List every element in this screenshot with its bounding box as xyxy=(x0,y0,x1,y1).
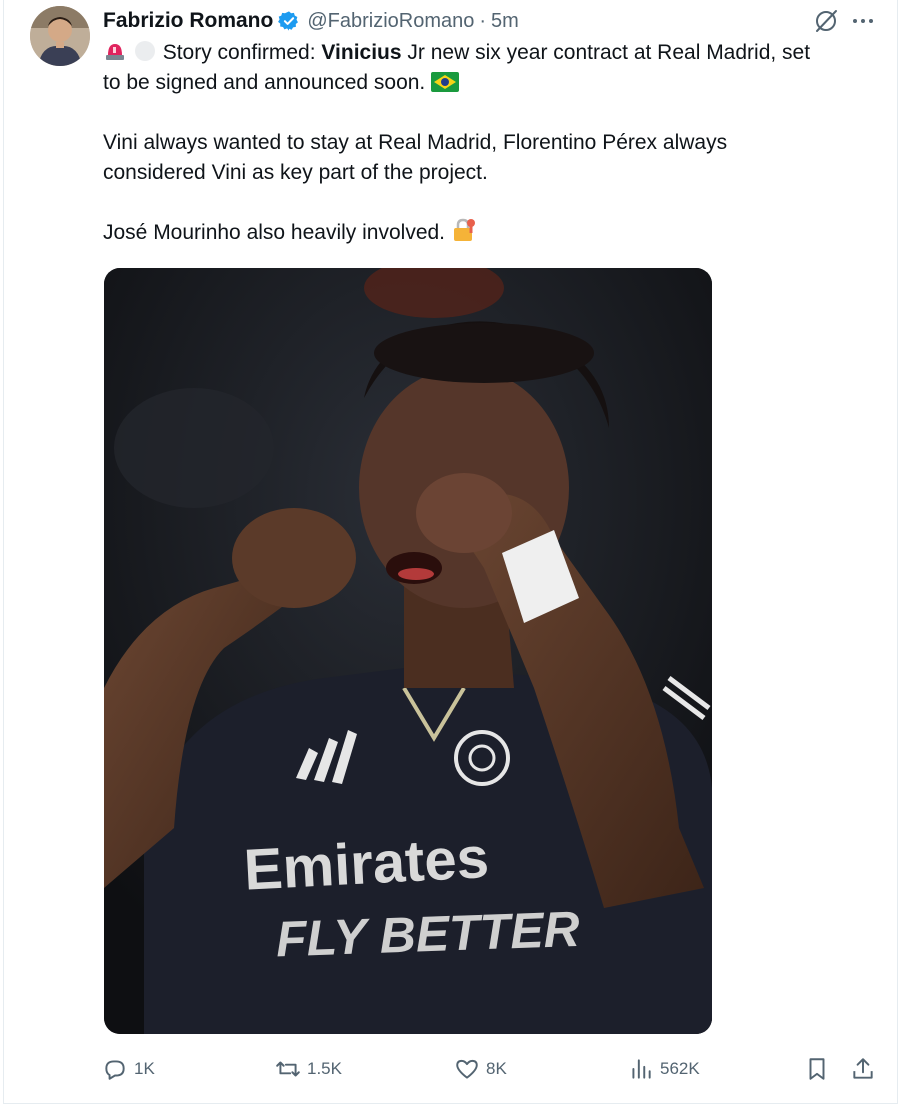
like-button[interactable]: 8K xyxy=(454,1052,507,1086)
jersey-slogan-text: FLY BETTER xyxy=(275,901,580,968)
repost-count: 1.5K xyxy=(307,1059,342,1078)
text-line-4: considered Vini as key part of the proje… xyxy=(103,161,488,184)
text-line-1: Story confirmed: Vinicius Jr new six yea… xyxy=(103,38,883,68)
white-circle-emoji-icon xyxy=(133,40,157,71)
tweet-text: Story confirmed: Vinicius Jr new six yea… xyxy=(103,38,883,248)
jersey-sponsor-text: Emirates xyxy=(242,825,490,903)
views-button[interactable]: 562K xyxy=(628,1052,700,1086)
bookmark-button[interactable] xyxy=(804,1052,836,1086)
separator-dot: · xyxy=(479,9,487,32)
verified-badge-icon xyxy=(278,10,300,32)
heart-icon xyxy=(456,1059,478,1079)
reply-count: 1K xyxy=(134,1059,155,1078)
text-line-5: José Mourinho also heavily involved. xyxy=(103,218,883,248)
repost-button[interactable]: 1.5K xyxy=(275,1052,342,1086)
grok-icon[interactable] xyxy=(813,8,839,34)
text-line-3: Vini always wanted to stay at Real Madri… xyxy=(103,131,728,154)
text-segment: José Mourinho also heavily involved. xyxy=(103,221,446,244)
text-bold-segment: Vinicius xyxy=(321,41,402,64)
repost-icon xyxy=(276,1061,300,1077)
bookmark-icon xyxy=(809,1058,825,1080)
lock-with-key-emoji-icon xyxy=(451,218,477,251)
author-name[interactable]: Fabrizio Romano xyxy=(103,9,273,33)
reply-icon xyxy=(105,1060,125,1080)
text-segment: Jr new six year contract at Real Madrid,… xyxy=(401,41,811,64)
tweet-header: Fabrizio Romano @FabrizioRomano · 5m xyxy=(103,6,519,36)
share-icon xyxy=(853,1058,873,1079)
reply-button[interactable]: 1K xyxy=(102,1052,155,1086)
text-segment: to be signed and announced soon. xyxy=(103,71,426,94)
like-count: 8K xyxy=(486,1059,507,1078)
more-horizontal-icon[interactable] xyxy=(849,8,877,34)
rotating-light-emoji-icon xyxy=(103,40,127,71)
text-line-2: to be signed and announced soon. xyxy=(103,68,883,98)
action-bar: 1K 1.5K 8K 562K xyxy=(100,1052,890,1086)
post-time[interactable]: 5m xyxy=(491,10,519,33)
author-avatar[interactable] xyxy=(30,6,90,66)
tweet-image[interactable]: Emirates FLY BETTER xyxy=(104,268,712,1034)
views-count: 562K xyxy=(660,1059,700,1078)
text-segment: Story confirmed: xyxy=(162,41,322,64)
share-button[interactable] xyxy=(850,1052,882,1086)
author-handle[interactable]: @FabrizioRomano xyxy=(307,10,474,33)
views-chart-icon xyxy=(632,1059,651,1079)
brazil-flag-emoji-icon xyxy=(431,71,460,101)
